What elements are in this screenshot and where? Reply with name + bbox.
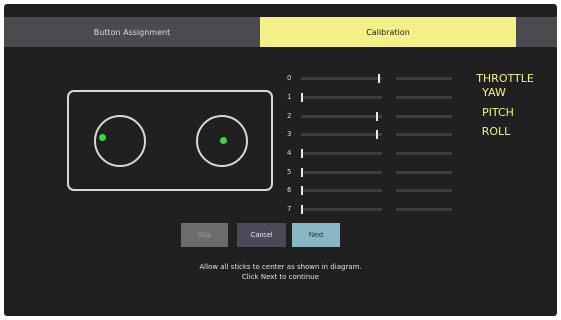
channel-marker [376,130,378,139]
channel-marker [301,149,303,158]
tab-bar: Button Assignment Calibration [4,17,557,47]
channel-track [301,112,452,121]
yaw-label: YAW [482,86,506,99]
channel-number: 2 [287,112,292,120]
channel-marker [301,93,303,102]
tab-button-assignment[interactable]: Button Assignment [4,17,260,47]
next-button[interactable]: Next [292,223,340,247]
channel-row-1: 1 [287,91,462,103]
right-stick-dot [220,137,227,144]
right-stick-circle [196,115,248,167]
channel-number: 3 [287,130,292,138]
channel-number: 4 [287,149,292,157]
stick-diagram [67,90,273,191]
instruction-line-1: Allow all sticks to center as shown in d… [199,263,362,271]
cancel-button[interactable]: Cancel [237,223,286,247]
channel-track [301,130,452,139]
pitch-label: PITCH [482,106,514,119]
channel-number: 6 [287,186,292,194]
channel-track [301,93,452,102]
channel-track [301,74,452,83]
roll-label: ROLL [481,125,511,138]
channel-track [301,186,452,195]
tab-label: Calibration [366,27,410,37]
channel-number: 0 [287,74,292,82]
channel-row-7: 7 [287,203,462,215]
channel-marker [301,168,303,177]
channel-number: 7 [287,205,292,213]
tab-bar-filler [516,17,557,47]
channel-row-0: 0 [287,72,462,84]
channel-track [301,149,452,158]
tab-label: Button Assignment [93,27,171,37]
throttle-label: THROTTLE [476,72,534,85]
calibration-screen: Button Assignment Calibration 0 1 2 3 4 … [4,4,557,316]
channel-marker [376,112,378,121]
channel-row-2: 2 [287,110,462,122]
instruction-line-2: Click Next to continue [241,273,320,281]
tab-calibration[interactable]: Calibration [260,17,516,47]
channel-number: 5 [287,168,292,176]
left-stick-circle [94,115,146,167]
channel-marker [301,186,303,195]
channel-track [301,205,452,214]
instructions: Allow all sticks to center as shown in d… [104,262,457,282]
channel-row-5: 5 [287,166,462,178]
skip-button[interactable]: Skip [181,223,228,247]
channel-row-4: 4 [287,147,462,159]
channel-marker [378,74,380,83]
channel-row-3: 3 [287,128,462,140]
channel-track [301,168,452,177]
left-stick-dot [99,134,106,141]
channel-marker [301,205,303,214]
channel-number: 1 [287,93,292,101]
channel-row-6: 6 [287,184,462,196]
